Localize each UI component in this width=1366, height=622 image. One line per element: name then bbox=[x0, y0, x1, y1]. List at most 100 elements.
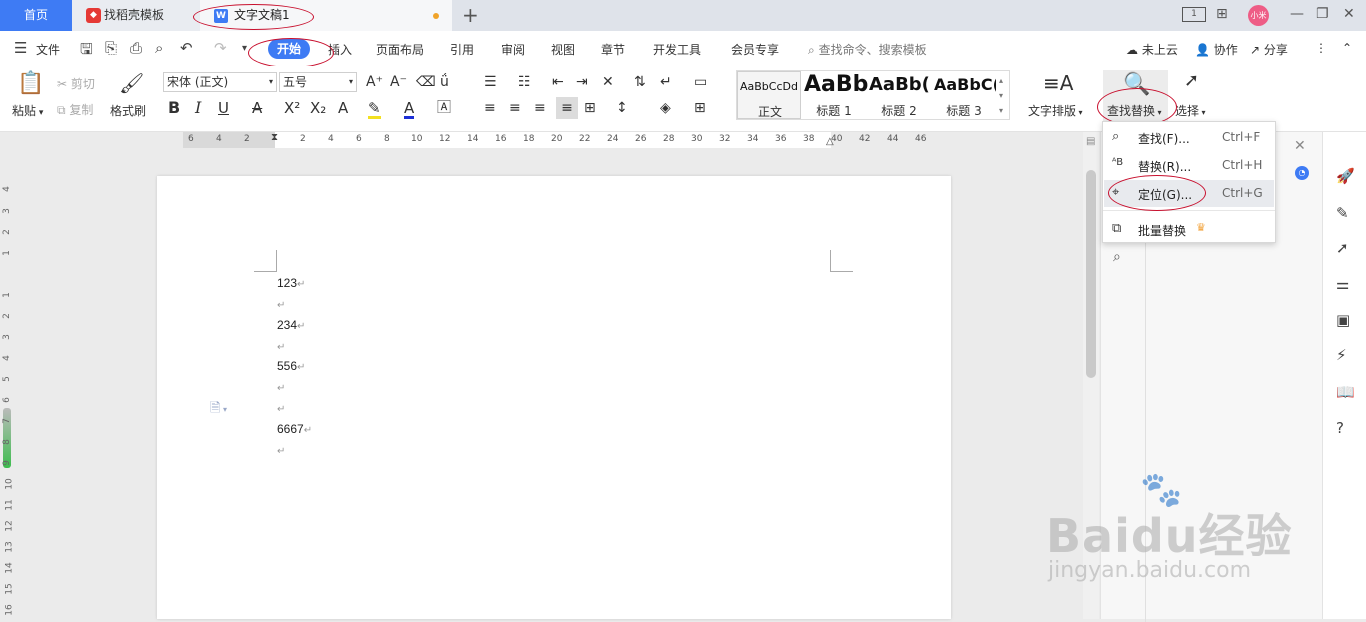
paragraph[interactable]: ↵ bbox=[277, 380, 285, 394]
share-button[interactable]: ↗ 分享 bbox=[1250, 41, 1288, 58]
menu-member[interactable]: 会员专享 bbox=[731, 41, 779, 58]
subscript-icon[interactable]: X₂ bbox=[310, 100, 326, 116]
select-button[interactable]: 选择 ▾ bbox=[1175, 102, 1206, 119]
menu-review[interactable]: 审阅 bbox=[501, 41, 525, 58]
menu-file[interactable]: 文件 bbox=[36, 41, 60, 58]
new-tab-button[interactable]: + bbox=[462, 4, 479, 26]
tab-templates[interactable]: ◆ 找稻壳模板 bbox=[72, 0, 200, 31]
format-painter-icon[interactable]: 🖌 bbox=[119, 71, 144, 95]
indent-marker-icon[interactable]: ⧗ bbox=[271, 132, 278, 143]
print-icon[interactable]: ⎙ bbox=[130, 39, 142, 57]
menu-developer[interactable]: 开发工具 bbox=[653, 41, 701, 58]
align-left-icon[interactable]: ≡ bbox=[484, 100, 496, 116]
font-color-icon[interactable]: A bbox=[404, 100, 415, 119]
undo-icon[interactable]: ↶ bbox=[180, 39, 193, 57]
grow-font-icon[interactable]: A⁺ bbox=[366, 74, 383, 90]
more-icon[interactable]: ⋮ bbox=[1315, 41, 1327, 55]
paragraph[interactable]: ↵ bbox=[277, 339, 285, 353]
redo-icon[interactable]: ↷ bbox=[214, 39, 227, 57]
cut-button[interactable]: ✂ 剪切 bbox=[57, 75, 95, 92]
text-layout-button[interactable]: 文字排版 ▾ bbox=[1028, 102, 1083, 119]
decrease-indent-icon[interactable]: ⇤ bbox=[552, 74, 564, 90]
pen-icon[interactable]: ✎ bbox=[1336, 204, 1349, 222]
hamburger-icon[interactable]: ☰ bbox=[14, 39, 27, 57]
style-heading-1[interactable]: AaBb 标题 1 bbox=[802, 71, 868, 119]
split-view-icon[interactable]: ▤ bbox=[1086, 136, 1095, 147]
copy-button[interactable]: ⧉ 复制 bbox=[57, 101, 93, 118]
format-painter-button[interactable]: 格式刷 bbox=[110, 102, 146, 119]
bullet-list-icon[interactable]: ☰ bbox=[484, 74, 497, 90]
phonetic-guide-icon[interactable]: ǘ bbox=[440, 74, 449, 90]
pane-search-icon[interactable]: ⌕ bbox=[1113, 249, 1121, 265]
collapse-ribbon-icon[interactable]: ⌃ bbox=[1342, 41, 1352, 55]
minimize-icon[interactable]: — bbox=[1290, 6, 1304, 22]
close-icon[interactable]: ✕ bbox=[1343, 6, 1355, 22]
scroll-thumb[interactable] bbox=[1086, 170, 1096, 378]
align-center-icon[interactable]: ≡ bbox=[509, 100, 521, 116]
menu-replace[interactable]: ᴬB 替换(R)... Ctrl+H bbox=[1104, 152, 1274, 179]
align-right-icon[interactable]: ≡ bbox=[534, 100, 546, 116]
quick-access-dropdown-icon[interactable]: ▾ bbox=[242, 43, 247, 54]
strikethrough-icon[interactable]: A bbox=[252, 100, 262, 116]
paragraph[interactable]: 556↵ bbox=[277, 359, 305, 373]
superscript-icon[interactable]: X² bbox=[284, 100, 300, 116]
menu-page-layout[interactable]: 页面布局 bbox=[376, 41, 424, 58]
highlight-icon[interactable]: ✎ bbox=[368, 100, 381, 119]
paragraph-handle-icon[interactable]: 🗎 ▾ bbox=[210, 399, 227, 421]
line-spacing-icon[interactable]: ↕ bbox=[616, 100, 628, 116]
tab-home[interactable]: 首页 bbox=[0, 0, 72, 31]
borders-icon[interactable]: ⊞ bbox=[694, 100, 706, 116]
rocket-icon[interactable]: 🚀 bbox=[1336, 167, 1355, 185]
select-cursor-icon[interactable]: ➚ bbox=[1184, 72, 1199, 90]
shading-icon[interactable]: ◈ bbox=[660, 100, 671, 116]
paragraph[interactable]: ↵ bbox=[277, 297, 285, 311]
paste-button[interactable]: 粘贴 ▾ bbox=[12, 102, 43, 119]
bold-icon[interactable]: B bbox=[168, 100, 180, 116]
command-search[interactable]: ⌕ 查找命令、搜索模板 bbox=[808, 41, 927, 58]
sort-icon[interactable]: ⇅ bbox=[634, 74, 646, 90]
increase-indent-icon[interactable]: ⇥ bbox=[576, 74, 588, 90]
justify-icon[interactable]: ≡ bbox=[556, 97, 578, 119]
pointer-icon[interactable]: ➚ bbox=[1336, 239, 1349, 257]
paste-icon[interactable]: 📋 bbox=[17, 72, 44, 96]
lightning-icon[interactable]: ⚡ bbox=[1336, 346, 1347, 364]
paragraph[interactable]: ↵ bbox=[277, 401, 285, 415]
underline-icon[interactable]: U bbox=[218, 100, 229, 116]
style-scroll-icon[interactable]: ▴ ▾ ▾ bbox=[999, 73, 1003, 118]
font-name-select[interactable]: 宋体 (正文) ▾ bbox=[163, 72, 277, 92]
menu-view[interactable]: 视图 bbox=[551, 41, 575, 58]
style-heading-3[interactable]: AaBbC( 标题 3 bbox=[932, 71, 996, 119]
show-marks-icon[interactable]: ↵ bbox=[660, 74, 672, 90]
italic-icon[interactable]: I bbox=[195, 100, 201, 116]
right-indent-icon[interactable]: △ bbox=[826, 136, 834, 147]
pane-assistant-icon[interactable]: ◔ bbox=[1295, 166, 1309, 180]
cloud-status[interactable]: ☁ 未上云 bbox=[1126, 41, 1178, 58]
image-tool-icon[interactable]: ▣ bbox=[1336, 311, 1350, 329]
save-icon[interactable]: 🖫 bbox=[80, 39, 93, 64]
paragraph[interactable]: ↵ bbox=[277, 443, 285, 457]
help-icon[interactable]: ? bbox=[1336, 419, 1344, 437]
document-page[interactable] bbox=[157, 176, 951, 619]
clear-format-icon[interactable]: ⌫ bbox=[416, 74, 436, 90]
distributed-icon[interactable]: ⊞ bbox=[584, 100, 596, 116]
shrink-font-icon[interactable]: A⁻ bbox=[390, 74, 407, 90]
char-border-icon[interactable]: 🄰 bbox=[437, 100, 451, 116]
export-pdf-icon[interactable]: ⎘ bbox=[105, 39, 117, 57]
style-heading-2[interactable]: AaBb( 标题 2 bbox=[867, 71, 931, 119]
paragraph[interactable]: 123↵ bbox=[277, 276, 305, 290]
pane-close-icon[interactable]: ✕ bbox=[1294, 138, 1306, 154]
menu-references[interactable]: 引用 bbox=[450, 41, 474, 58]
menu-chapter[interactable]: 章节 bbox=[601, 41, 625, 58]
avatar[interactable]: 小米 bbox=[1248, 5, 1269, 26]
book-icon[interactable]: 📖 bbox=[1336, 383, 1355, 401]
tab-stops-icon[interactable]: ▭ bbox=[694, 74, 707, 90]
chinese-layout-icon[interactable]: ✕ bbox=[602, 74, 614, 90]
paragraph[interactable]: 234↵ bbox=[277, 318, 305, 332]
numbered-list-icon[interactable]: ☷ bbox=[518, 74, 531, 90]
text-layout-icon[interactable]: ≡A bbox=[1043, 71, 1073, 95]
sliders-icon[interactable]: ⚌ bbox=[1336, 275, 1349, 293]
restore-icon[interactable]: ❐ bbox=[1316, 6, 1329, 22]
print-preview-icon[interactable]: ⌕ bbox=[155, 39, 163, 57]
menu-batch-replace[interactable]: ⧉ 批量替换 ♛ bbox=[1104, 216, 1274, 243]
collab-button[interactable]: 👤 协作 bbox=[1195, 41, 1238, 58]
